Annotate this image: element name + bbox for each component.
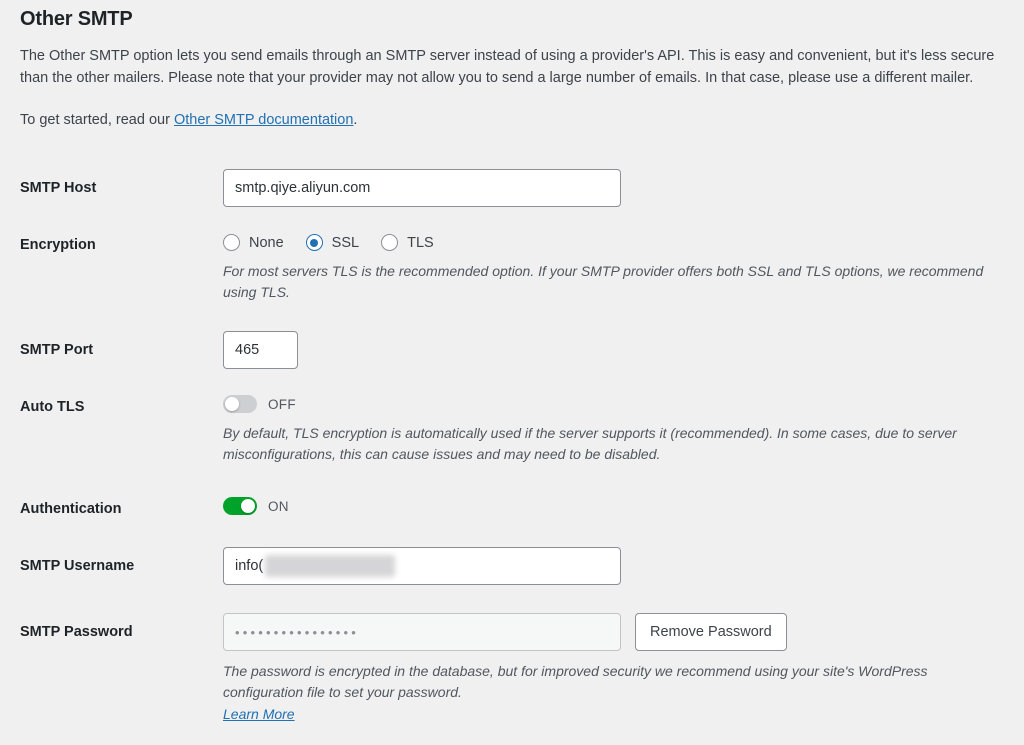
other-smtp-documentation-link[interactable]: Other SMTP documentation: [174, 112, 353, 128]
page-title: Other SMTP: [20, 8, 133, 30]
radio-icon-none: [223, 234, 240, 251]
smtp-port-field-wrap: [223, 331, 1004, 369]
row-smtp-username: SMTP Username: [20, 547, 1004, 585]
auto-tls-toggle-row: OFF: [223, 391, 1004, 413]
get-started-prefix: To get started, read our: [20, 112, 174, 128]
authentication-label: Authentication: [20, 501, 122, 517]
encryption-radio-group: None SSL TLS: [223, 229, 1004, 251]
smtp-password-input[interactable]: ••••••••••••••••: [223, 613, 621, 651]
row-authentication: Authentication ON: [20, 493, 1004, 519]
encryption-option-none[interactable]: None: [223, 234, 284, 251]
smtp-username-label: SMTP Username: [20, 558, 135, 574]
auto-tls-state-label: OFF: [268, 396, 296, 412]
learn-more-link[interactable]: Learn More: [223, 706, 295, 722]
password-controls: •••••••••••••••• Remove Password: [223, 613, 1004, 651]
radio-icon-tls: [381, 234, 399, 251]
encryption-field-wrap: None SSL TLS For most servers TLS is the…: [223, 229, 1004, 303]
smtp-username-field-wrap: [223, 547, 1004, 585]
other-smtp-settings-page: Other SMTP The Other SMTP option lets yo…: [0, 0, 1024, 745]
smtp-host-label: SMTP Host: [20, 180, 97, 196]
row-smtp-host: SMTP Host: [20, 169, 1004, 207]
row-auto-tls: Auto TLS OFF By default, TLS encryption …: [20, 391, 1004, 465]
smtp-password-masked-value: ••••••••••••••••: [235, 624, 360, 640]
section-description: The Other SMTP option lets you send emai…: [20, 48, 995, 86]
encryption-option-ssl-label: SSL: [331, 234, 360, 251]
encryption-option-tls-label: TLS: [407, 234, 434, 251]
auto-tls-help-text: By default, TLS encryption is automatica…: [223, 425, 957, 462]
get-started-text: To get started, read our Other SMTP docu…: [20, 109, 1004, 131]
remove-password-button[interactable]: Remove Password: [635, 613, 787, 651]
authentication-toggle-row: ON: [223, 493, 1004, 515]
row-smtp-password: SMTP Password •••••••••••••••• Remove Pa…: [20, 613, 1004, 724]
encryption-option-tls[interactable]: TLS: [381, 234, 434, 251]
encryption-help-text: For most servers TLS is the recommended …: [223, 263, 984, 300]
encryption-option-ssl[interactable]: SSL: [305, 234, 360, 251]
encryption-option-none-label: None: [249, 234, 284, 251]
authentication-field-wrap: ON: [223, 493, 1004, 515]
auto-tls-toggle[interactable]: [223, 395, 257, 413]
row-smtp-port: SMTP Port: [20, 331, 1004, 369]
smtp-password-help-text: The password is encrypted in the databas…: [223, 663, 928, 700]
smtp-username-input[interactable]: [223, 547, 621, 585]
smtp-password-label: SMTP Password: [20, 624, 133, 640]
toggle-knob-icon: [241, 499, 255, 513]
radio-icon-ssl: [305, 234, 323, 251]
smtp-port-label: SMTP Port: [20, 342, 94, 358]
smtp-port-input[interactable]: [223, 331, 298, 369]
authentication-toggle[interactable]: [223, 497, 257, 515]
encryption-label: Encryption: [20, 237, 96, 253]
get-started-suffix: .: [353, 112, 358, 128]
authentication-state-label: ON: [268, 498, 289, 514]
row-encryption: Encryption None SSL TLS For most servers…: [20, 229, 1004, 303]
settings-form: SMTP Host Encryption None SSL: [20, 169, 1004, 724]
auto-tls-field-wrap: OFF By default, TLS encryption is automa…: [223, 391, 1004, 465]
smtp-password-field-wrap: •••••••••••••••• Remove Password The pas…: [223, 613, 1004, 724]
auto-tls-label: Auto TLS: [20, 399, 85, 415]
smtp-host-input[interactable]: [223, 169, 621, 207]
smtp-username-wrap: [223, 547, 621, 585]
toggle-knob-icon: [225, 397, 239, 411]
smtp-host-field-wrap: [223, 169, 1004, 207]
